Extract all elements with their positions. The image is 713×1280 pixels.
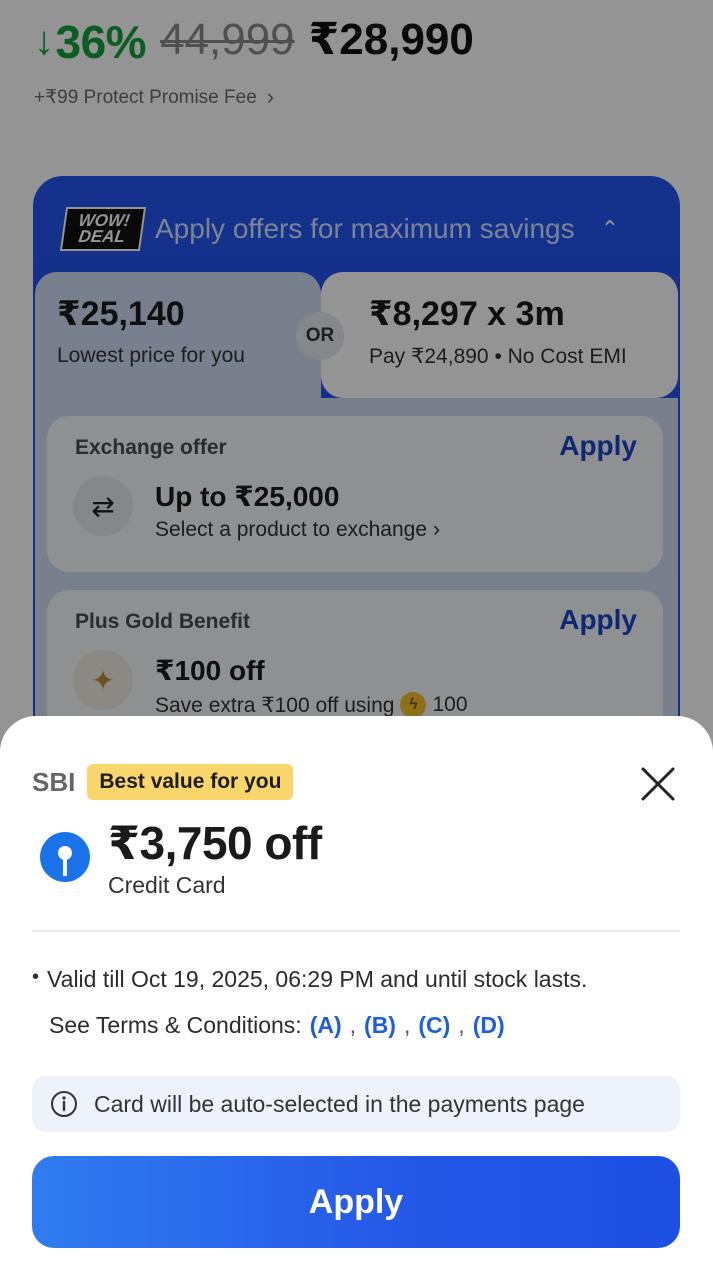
terms-line: See Terms & Conditions: (A) , (B) , (C) …	[49, 1012, 505, 1039]
bank-offer-sheet: SBI Best value for you ₹3,750 off Credit…	[0, 716, 713, 1280]
bank-name: SBI	[32, 766, 76, 797]
separator: ,	[403, 1012, 411, 1038]
auto-select-note: Card will be auto-selected in the paymen…	[32, 1076, 680, 1132]
separator: ,	[349, 1012, 357, 1038]
separator: ,	[458, 1012, 465, 1038]
offer-amount: ₹3,750 off	[108, 817, 322, 869]
terms-link-d[interactable]: (D)	[473, 1012, 505, 1039]
terms-link-b[interactable]: (B)	[364, 1012, 396, 1039]
validity-text: Valid till Oct 19, 2025, 06:29 PM and un…	[47, 966, 588, 992]
bullet-icon: •	[32, 966, 40, 988]
bank-header: SBI Best value for you	[32, 764, 294, 800]
terms-link-c[interactable]: (C)	[418, 1012, 450, 1039]
sbi-logo-icon	[40, 832, 90, 882]
terms-label: See Terms & Conditions:	[49, 1012, 302, 1038]
terms-link-a[interactable]: (A)	[310, 1012, 342, 1039]
close-icon[interactable]	[638, 764, 678, 804]
divider	[32, 930, 680, 932]
apply-button[interactable]: Apply	[32, 1156, 680, 1248]
info-icon	[51, 1091, 77, 1117]
best-value-badge: Best value for you	[87, 764, 294, 800]
validity-line: • Valid till Oct 19, 2025, 06:29 PM and …	[32, 966, 587, 993]
card-type: Credit Card	[108, 872, 226, 898]
note-text: Card will be auto-selected in the paymen…	[94, 1090, 585, 1117]
